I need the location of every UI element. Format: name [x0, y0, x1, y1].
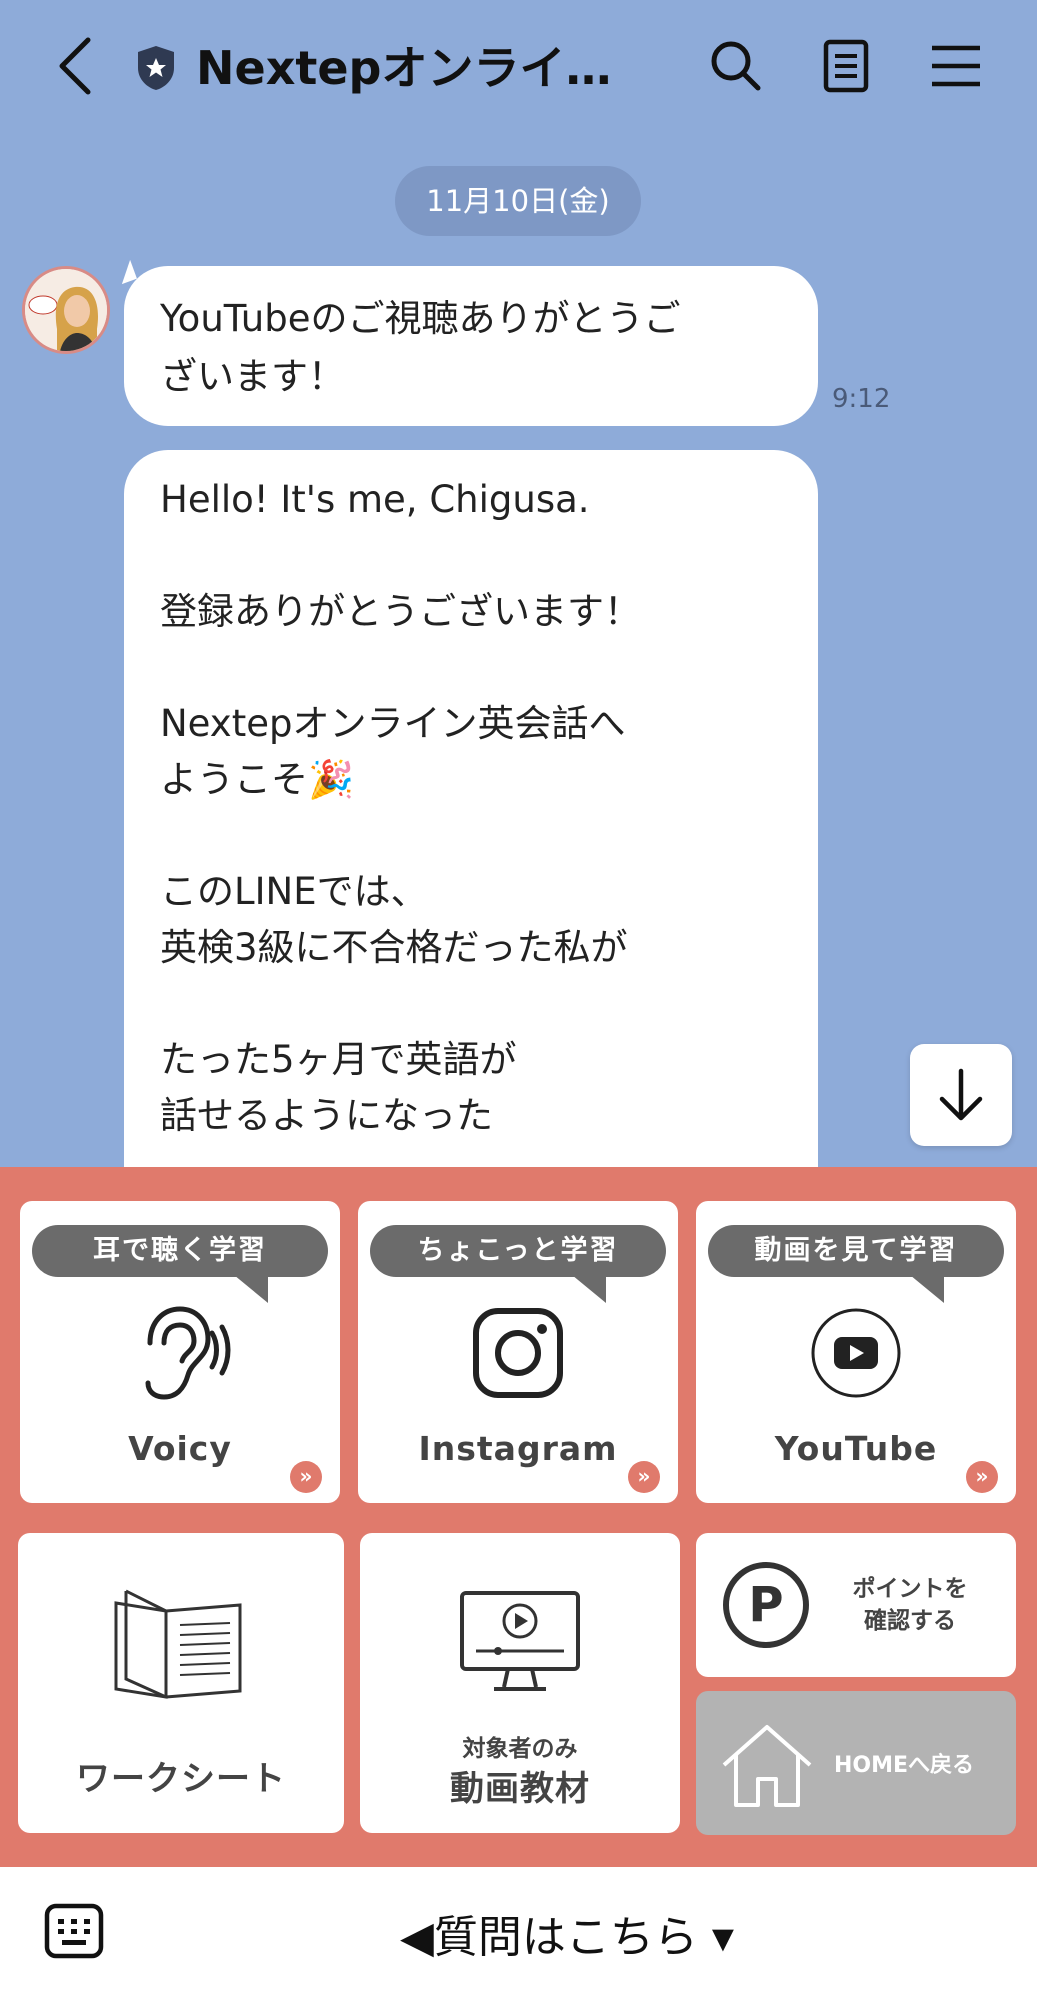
message-text: ようこそ🎉: [160, 758, 355, 801]
worksheet-card[interactable]: ワークシート: [18, 1533, 344, 1833]
youtube-card[interactable]: 動画を見て学習 YouTube »: [696, 1201, 1016, 1503]
keyboard-icon[interactable]: [44, 1903, 104, 1959]
video-material-label: 動画教材: [450, 1769, 590, 1809]
voicy-card[interactable]: 耳で聴く学習 Voicy »: [20, 1201, 340, 1503]
ear-icon: [145, 1306, 231, 1400]
points-label: ポイントを 確認する: [820, 1573, 1000, 1637]
home-icon: [722, 1725, 812, 1807]
video-material-sub: 対象者のみ: [462, 1736, 578, 1762]
instagram-label: Instagram: [418, 1429, 618, 1468]
bottom-bar: ◀質問はこちら ▾: [0, 1867, 1037, 1999]
worksheet-label: ワークシート: [76, 1759, 286, 1799]
message-text: ざいます！: [160, 355, 345, 398]
monitor-play-icon: [460, 1591, 580, 1691]
voicy-label: Voicy: [128, 1429, 232, 1468]
message-text: 話せるようになった: [160, 1094, 493, 1137]
video-material-card[interactable]: 対象者のみ 動画教材: [360, 1533, 680, 1833]
home-card[interactable]: HOMEへ戻る: [696, 1691, 1016, 1835]
instagram-tag: ちょこっと学習: [370, 1225, 666, 1303]
points-label-line: 確認する: [864, 1608, 956, 1634]
menu-icon[interactable]: [926, 36, 986, 96]
message-text: Nextepオンライン英会話へ: [160, 702, 626, 745]
youtube-label: YouTube: [774, 1429, 938, 1468]
message-text: Hello! It's me, Chigusa.: [160, 478, 590, 521]
chevron-right-icon: »: [628, 1461, 660, 1493]
back-arrow-icon[interactable]: [52, 34, 102, 98]
message-text: 登録ありがとうございます！: [160, 590, 641, 633]
rich-menu: 耳で聴く学習 Voicy » ちょこっと学習 Instagram » 動画を見て…: [0, 1167, 1037, 1867]
points-label-line: ポイントを: [852, 1576, 968, 1602]
chat-title: Nextepオンライン…: [196, 41, 646, 95]
home-label: HOMEへ戻る: [834, 1753, 975, 1778]
youtube-icon: [811, 1308, 901, 1398]
shield-icon: [138, 46, 174, 90]
message-time: 9:12: [832, 384, 891, 414]
point-p-icon: P: [723, 1562, 809, 1648]
date-separator: 11月10日(金): [395, 166, 641, 236]
scroll-to-bottom-button[interactable]: [910, 1044, 1012, 1146]
chat-header: Nextepオンライン…: [0, 0, 1037, 140]
message-text: 英検3級に不合格だった私が: [160, 926, 628, 969]
svg-text:P: P: [748, 1577, 783, 1633]
rich-menu-toggle[interactable]: ◀質問はこちら ▾: [400, 1901, 734, 1965]
points-card[interactable]: P ポイントを 確認する: [696, 1533, 1016, 1677]
message-text: YouTubeのご視聴ありがとうご: [160, 297, 681, 340]
message-text: このLINEでは、: [160, 870, 428, 913]
search-icon[interactable]: [706, 36, 766, 96]
message-text: たった5ヶ月で英語が: [160, 1038, 517, 1081]
message-bubble[interactable]: Hello! It's me, Chigusa. 登録ありがとうございます！ N…: [124, 450, 818, 1210]
book-icon: [114, 1589, 242, 1699]
notes-icon[interactable]: [816, 36, 876, 96]
arrow-down-icon: [939, 1068, 983, 1121]
instagram-icon: [473, 1308, 563, 1398]
avatar[interactable]: [22, 266, 110, 354]
chevron-right-icon: »: [966, 1461, 998, 1493]
avatar-image: [25, 269, 107, 351]
chevron-right-icon: »: [290, 1461, 322, 1493]
youtube-tag: 動画を見て学習: [708, 1225, 1004, 1303]
voicy-tag: 耳で聴く学習: [32, 1225, 328, 1303]
message-bubble[interactable]: YouTubeのご視聴ありがとうご ざいます！: [124, 266, 818, 426]
instagram-card[interactable]: ちょこっと学習 Instagram »: [358, 1201, 678, 1503]
